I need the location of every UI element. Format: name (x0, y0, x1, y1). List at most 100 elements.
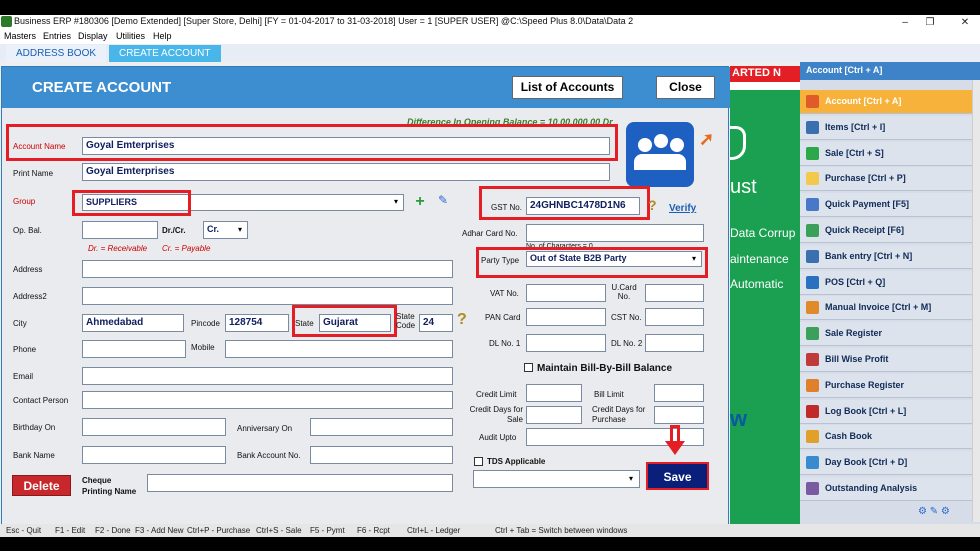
shield-icon (730, 126, 746, 160)
email-input[interactable] (82, 367, 453, 385)
shortcut-icon (806, 146, 819, 160)
pan-input[interactable] (526, 308, 606, 326)
shortcut-item[interactable]: Log Book [Ctrl + L] (800, 399, 972, 424)
menu-masters[interactable]: Masters (4, 31, 36, 41)
shortcut-icon (806, 353, 819, 366)
tds-select[interactable] (473, 470, 640, 488)
bill-limit-input[interactable] (654, 384, 704, 402)
shortcut-item[interactable]: Sale Register (800, 322, 972, 347)
contact-input[interactable] (82, 391, 453, 409)
shortcut-icon (806, 482, 819, 495)
bank-account-label: Bank Account No. (237, 451, 301, 460)
shortcut-item[interactable]: Sale [Ctrl + S] (800, 141, 972, 166)
shortcut-panel-header: Account [Ctrl + A] (800, 62, 980, 80)
menu-utilities[interactable]: Utilities (116, 31, 145, 41)
shortcut-label: Account [Ctrl + A] (825, 96, 902, 106)
restore-button[interactable]: ❐ (915, 15, 945, 30)
city-input[interactable]: Ahmedabad (82, 314, 184, 332)
shortcut-item[interactable]: Account [Ctrl + A] (800, 90, 972, 114)
cheque-input[interactable] (147, 474, 453, 492)
shortcut-item[interactable]: POS [Ctrl + Q] (800, 270, 972, 295)
shortcut-item[interactable]: Purchase Register (800, 373, 972, 398)
mobile-input[interactable] (225, 340, 453, 358)
list-of-accounts-button[interactable]: List of Accounts (512, 76, 623, 99)
phone-input[interactable] (82, 340, 186, 358)
window-title: Business ERP #180306 [Demo Extended] [Su… (14, 16, 634, 26)
cst-label: CST No. (611, 313, 642, 322)
cst-input[interactable] (645, 308, 704, 326)
menu-entries[interactable]: Entries (43, 31, 71, 41)
birthday-input[interactable] (82, 418, 226, 436)
credit-limit-input[interactable] (526, 384, 582, 402)
dl2-input[interactable] (645, 334, 704, 352)
bank-name-label: Bank Name (13, 451, 55, 460)
status-f3: F3 - Add New (135, 526, 184, 535)
tds-chevron-down-icon[interactable]: ▾ (629, 474, 633, 483)
panel-tool-icons[interactable]: ⚙ ✎ ⚙ (918, 506, 950, 517)
state-help-icon[interactable]: ? (457, 311, 467, 329)
shortcut-item[interactable]: Quick Receipt [F6] (800, 219, 972, 243)
promo-line5: w (730, 406, 748, 431)
shortcut-icon (806, 327, 819, 341)
shortcut-item[interactable]: Purchase [Ctrl + P] (800, 167, 972, 192)
opbal-input[interactable] (82, 221, 158, 239)
shortcut-scrollbar[interactable] (972, 80, 980, 522)
group-dropdown-chevron-icon[interactable]: ▾ (394, 197, 398, 206)
tds-label: TDS Applicable (487, 457, 546, 466)
tab-create-account[interactable]: CREATE ACCOUNT (109, 45, 221, 62)
close-button[interactable]: Close (656, 76, 715, 99)
add-group-icon[interactable]: + (411, 193, 429, 211)
shortcut-icon (806, 301, 819, 315)
bottom-black-band (0, 537, 980, 551)
users-group-icon[interactable] (626, 122, 694, 187)
menu-display[interactable]: Display (78, 31, 108, 41)
dl2-label: DL No. 2 (611, 339, 643, 348)
shortcut-item[interactable]: Bank entry [Ctrl + N] (800, 244, 972, 269)
highlight-party-type (476, 247, 708, 278)
shortcut-item[interactable]: Cash Book (800, 425, 972, 450)
status-f5: F5 - Pymt (310, 526, 345, 535)
tab-address-book[interactable]: ADDRESS BOOK (6, 45, 107, 62)
shortcut-item[interactable]: Quick Payment [F5] (800, 193, 972, 218)
close-window-button[interactable]: ✕ (950, 15, 980, 30)
print-name-input[interactable]: Goyal Emterprises (82, 163, 610, 181)
aadhar-input[interactable] (526, 224, 704, 242)
shortcut-label: Outstanding Analysis (825, 483, 918, 493)
status-f6: F6 - Rcpt (357, 526, 390, 535)
maintain-bill-checkbox[interactable] (524, 363, 533, 372)
anniversary-input[interactable] (310, 418, 453, 436)
status-ctrltab: Ctrl + Tab = Switch between windows (495, 526, 628, 535)
shortcut-item[interactable]: Outstanding Analysis (800, 477, 972, 501)
vat-input[interactable] (526, 284, 606, 302)
verify-link[interactable]: Verify (669, 203, 696, 214)
credit-days-sale-input[interactable] (526, 406, 582, 424)
shortcut-item[interactable]: Manual Invoice [Ctrl + M] (800, 296, 972, 321)
dr-note: Dr. = Receivable (88, 244, 148, 253)
menu-help[interactable]: Help (153, 31, 172, 41)
dl1-input[interactable] (526, 334, 606, 352)
address-input[interactable] (82, 260, 453, 278)
edit-group-icon[interactable]: ✎ (434, 193, 452, 211)
status-esc: Esc - Quit (6, 526, 42, 535)
shortcut-panel: Account [Ctrl + A] Account [Ctrl + A] Ite… (800, 62, 980, 524)
help-icon[interactable]: ? (648, 197, 657, 213)
state-code-input[interactable]: 24 (419, 314, 453, 332)
pincode-input[interactable]: 128754 (225, 314, 289, 332)
shortcut-icon (806, 249, 819, 263)
credit-days-purchase-input[interactable] (654, 406, 704, 424)
shortcut-item[interactable]: Bill Wise Profit (800, 348, 972, 372)
delete-button[interactable]: Delete (12, 475, 71, 496)
shortcut-label: POS [Ctrl + Q] (825, 276, 886, 287)
bank-account-input[interactable] (310, 446, 453, 464)
ucard-input[interactable] (645, 284, 704, 302)
cr-note: Cr. = Payable (162, 244, 211, 253)
address2-input[interactable] (82, 287, 453, 305)
highlight-gst (479, 186, 650, 220)
drcr-chevron-down-icon[interactable]: ▾ (238, 225, 242, 234)
shortcut-item[interactable]: Day Book [Ctrl + D] (800, 451, 972, 476)
save-button[interactable]: Save (646, 462, 709, 490)
shortcut-item[interactable]: Items [Ctrl + I] (800, 115, 972, 140)
tds-checkbox[interactable] (474, 457, 483, 466)
window-titlebar: Business ERP #180306 [Demo Extended] [Su… (0, 15, 980, 30)
bank-name-input[interactable] (82, 446, 226, 464)
